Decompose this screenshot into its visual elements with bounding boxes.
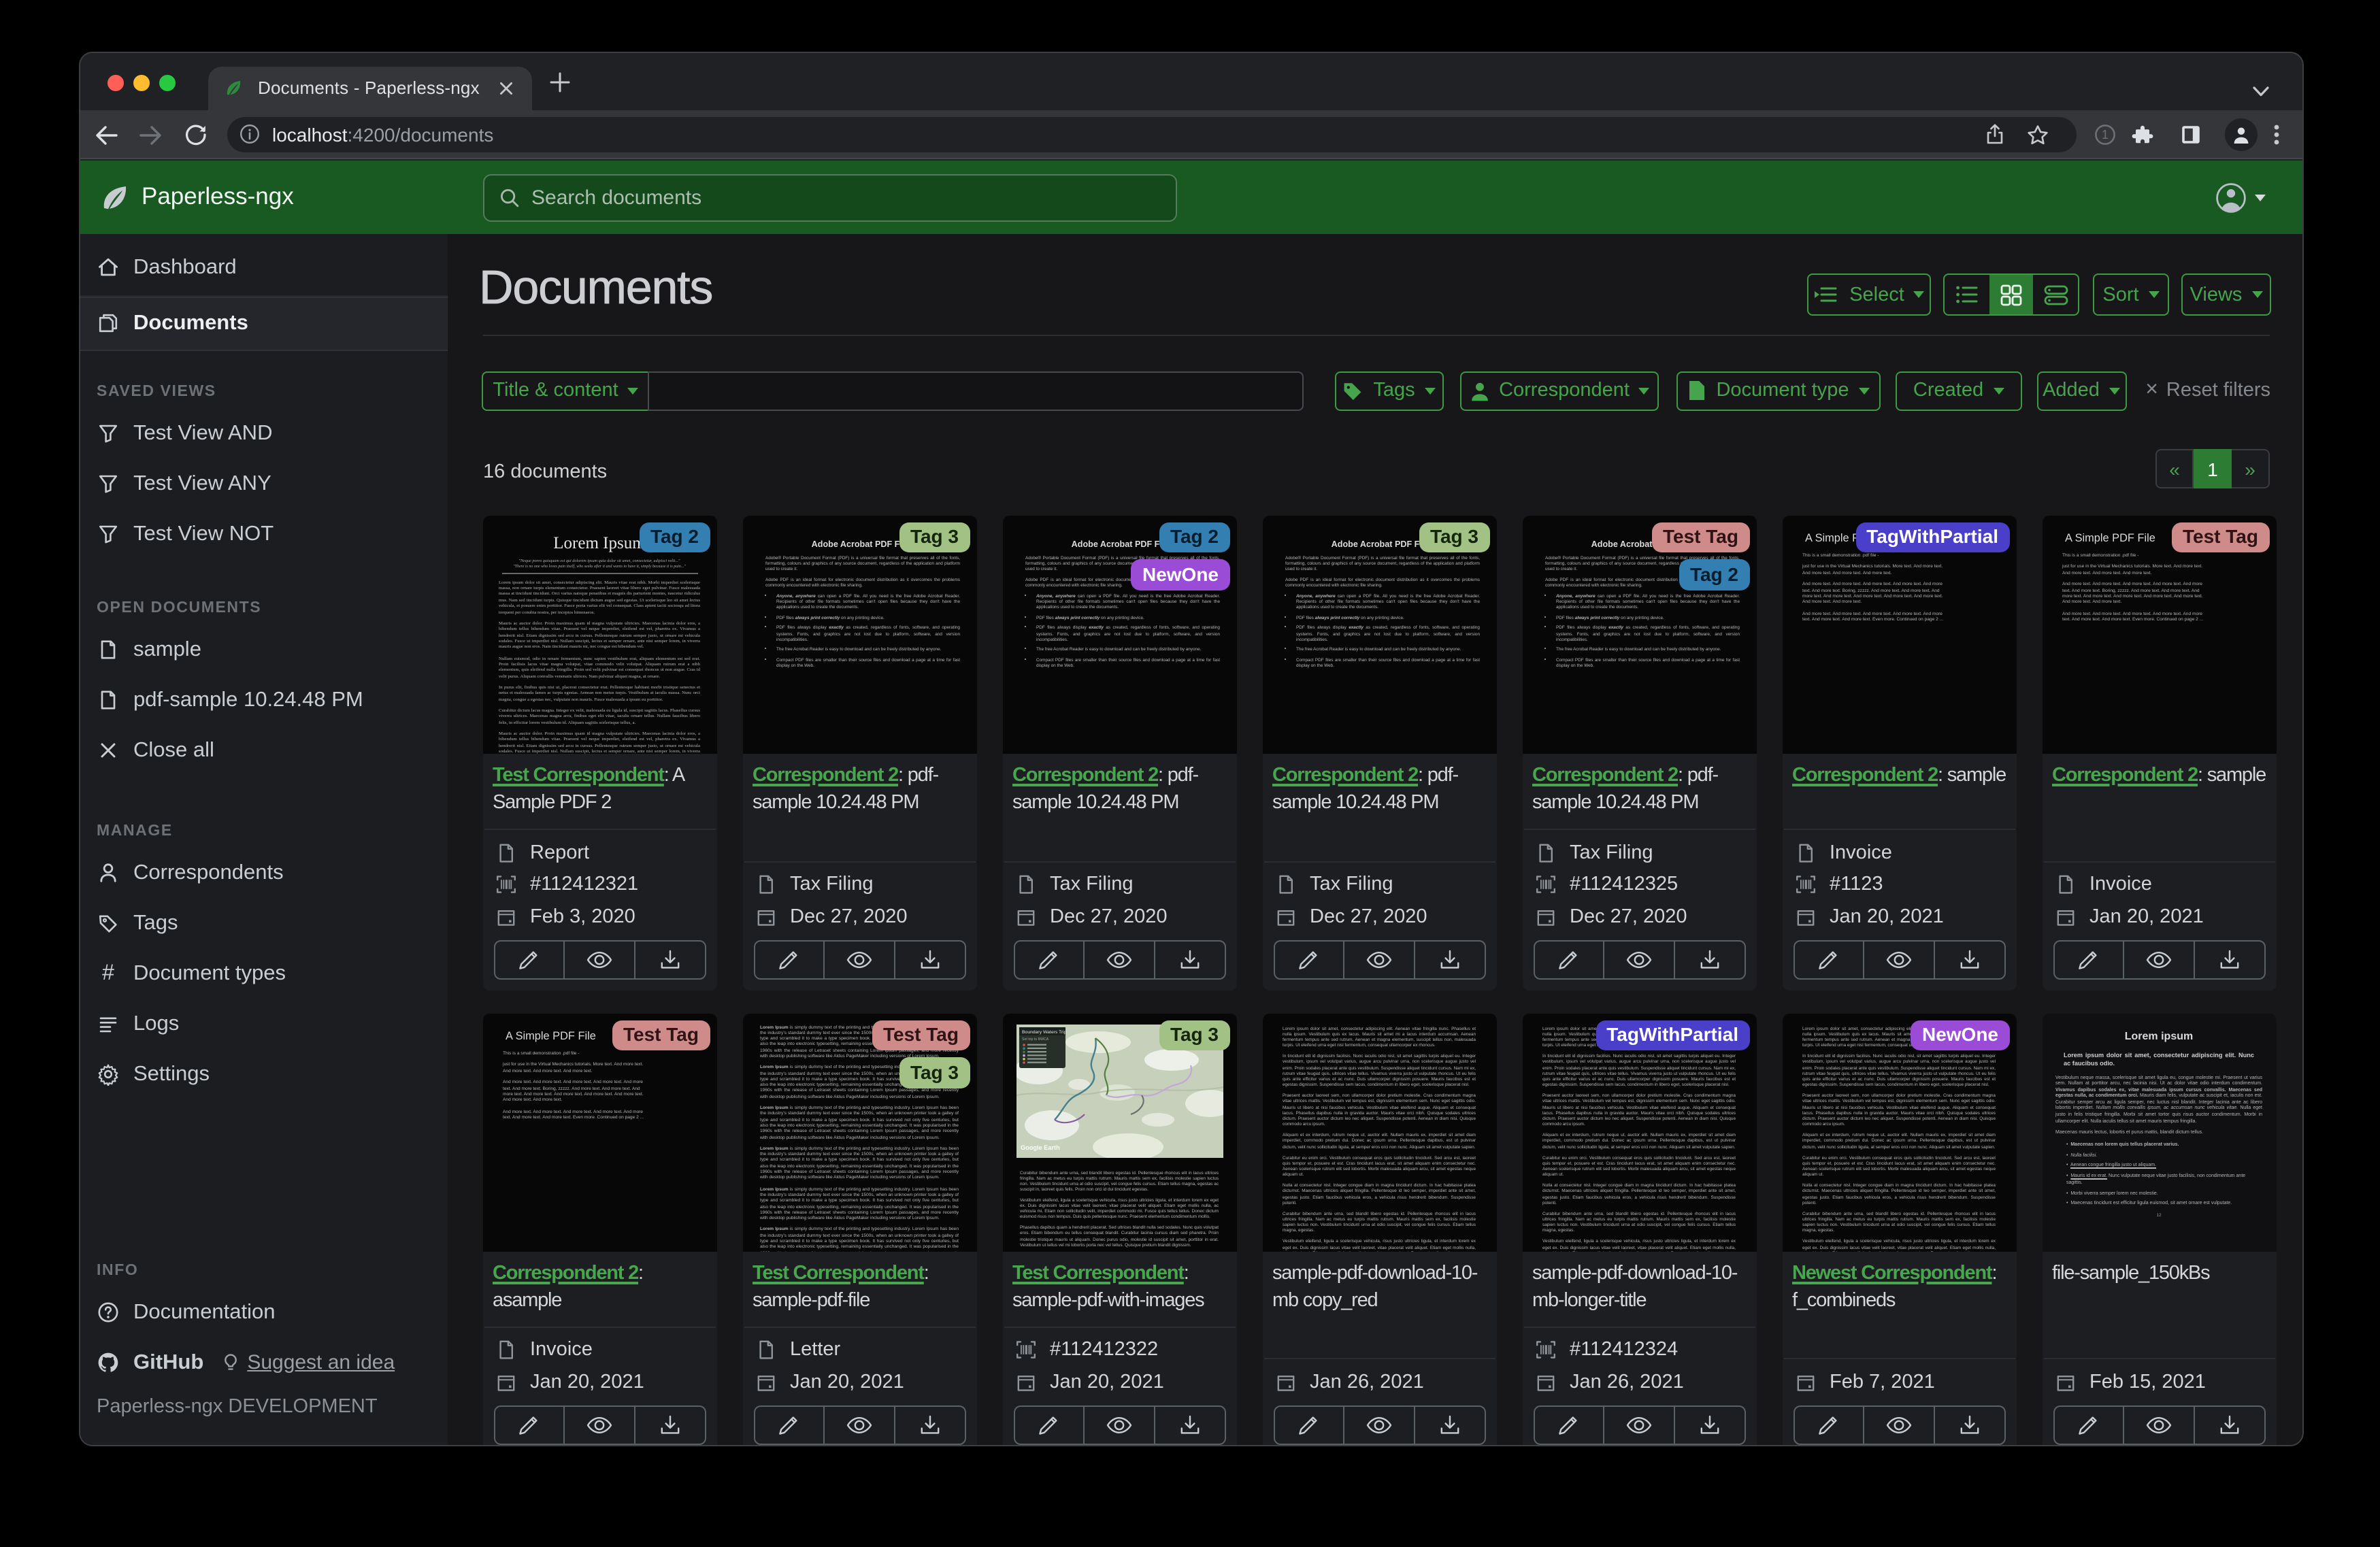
svg-text:Boundary Waters Trip: Boundary Waters Trip: [1021, 1029, 1066, 1034]
svg-text:Set trip to BWCA: Set trip to BWCA: [1021, 1037, 1048, 1041]
svg-text:Google Earth: Google Earth: [1020, 1144, 1059, 1150]
svg-text:1: 1: [2101, 128, 2108, 142]
